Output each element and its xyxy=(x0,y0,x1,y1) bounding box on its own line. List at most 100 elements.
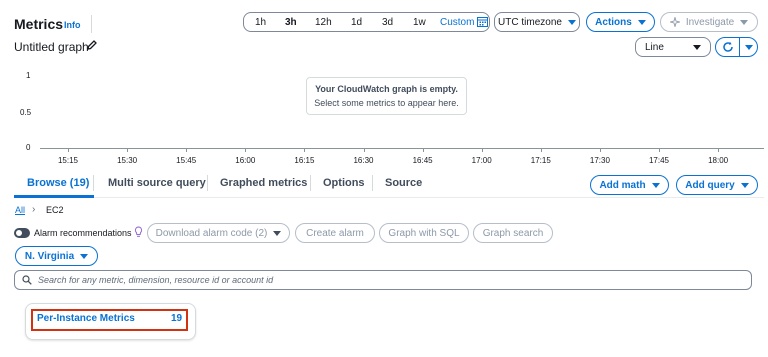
edit-pencil-icon[interactable] xyxy=(86,39,98,51)
time-option-custom[interactable]: Custom xyxy=(440,17,474,28)
tab-options[interactable]: Options xyxy=(323,177,365,189)
x-tick-label: 16:00 xyxy=(235,156,256,165)
create-alarm-button[interactable]: Create alarm xyxy=(295,223,375,243)
chevron-down-icon xyxy=(273,230,282,236)
empty-graph-message: Your CloudWatch graph is empty. Select s… xyxy=(306,77,467,115)
download-alarm-code-label: Download alarm code (2) xyxy=(155,227,268,239)
download-alarm-code-button[interactable]: Download alarm code (2) xyxy=(147,223,290,243)
toggle-knob xyxy=(16,230,22,236)
time-option-1d[interactable]: 1d xyxy=(351,17,362,28)
graph-name: Untitled graph xyxy=(14,40,89,54)
time-option-3h[interactable]: 3h xyxy=(285,17,297,28)
metric-search-input[interactable]: Search for any metric, dimension, resour… xyxy=(14,270,752,290)
x-tick-mark xyxy=(659,148,660,152)
breadcrumb-all[interactable]: All xyxy=(15,205,25,215)
x-tick-label: 17:15 xyxy=(530,156,551,165)
time-range-selector: 1h 3h 12h 1d 3d 1w Custom xyxy=(243,12,490,32)
tab-browse[interactable]: Browse (19) xyxy=(27,177,89,189)
x-tick-label: 15:15 xyxy=(57,156,79,165)
tab-active-indicator xyxy=(14,195,94,198)
x-tick-mark xyxy=(186,148,188,152)
x-tick-mark xyxy=(599,148,601,152)
search-placeholder: Search for any metric, dimension, resour… xyxy=(38,275,274,285)
x-tick-mark xyxy=(540,148,542,152)
time-option-12h[interactable]: 12h xyxy=(315,17,332,28)
metric-count: 19 xyxy=(171,313,183,324)
actions-button[interactable]: Actions xyxy=(586,12,655,32)
time-option-1w[interactable]: 1w xyxy=(413,17,426,28)
tab-divider xyxy=(93,175,94,191)
alarm-recommendations-label: Alarm recommendations xyxy=(34,228,132,238)
x-tick-mark xyxy=(68,148,69,152)
x-tick-label: 15:30 xyxy=(117,156,138,165)
refresh-icon[interactable] xyxy=(722,41,734,53)
x-tick-label: 16:30 xyxy=(353,156,374,165)
breadcrumb-separator-icon: › xyxy=(32,204,36,215)
sparkle-icon xyxy=(669,17,680,27)
alarm-recommendations-toggle[interactable] xyxy=(14,228,30,238)
x-tick-label: 16:15 xyxy=(294,156,315,165)
chart-type-dropdown[interactable]: Line xyxy=(635,37,711,57)
timezone-label: UTC timezone xyxy=(498,16,562,28)
info-link[interactable]: Info xyxy=(64,20,81,30)
x-tick-mark xyxy=(481,148,483,152)
x-tick-mark xyxy=(422,148,424,152)
x-tick-mark xyxy=(718,148,720,152)
chevron-down-icon[interactable] xyxy=(745,44,753,50)
chevron-down-icon xyxy=(651,182,660,188)
empty-graph-title: Your CloudWatch graph is empty. xyxy=(315,84,458,94)
graph-with-sql-button[interactable]: Graph with SQL xyxy=(379,223,469,243)
x-tick-label: 18:00 xyxy=(708,156,729,165)
page-title: Metrics xyxy=(14,16,64,32)
tab-divider xyxy=(372,175,373,191)
tab-multi-source-query[interactable]: Multi source query xyxy=(108,177,206,189)
header-divider xyxy=(91,15,92,33)
x-tick-mark xyxy=(245,148,247,152)
add-math-button[interactable]: Add math xyxy=(590,175,669,195)
timezone-dropdown[interactable]: UTC timezone xyxy=(494,12,580,32)
create-alarm-label: Create alarm xyxy=(306,227,364,239)
chevron-down-icon xyxy=(693,44,701,50)
investigate-button[interactable]: Investigate xyxy=(660,12,758,32)
search-icon xyxy=(22,275,32,285)
actions-label: Actions xyxy=(595,16,632,28)
x-tick-mark xyxy=(363,148,365,152)
chart-type-label: Line xyxy=(645,41,664,53)
graph-search-button[interactable]: Graph search xyxy=(473,223,553,243)
tab-source[interactable]: Source xyxy=(385,177,422,189)
investigate-label: Investigate xyxy=(685,16,735,28)
x-axis xyxy=(40,148,764,149)
calendar-icon[interactable] xyxy=(477,16,488,27)
tab-graphed-metrics[interactable]: Graphed metrics xyxy=(220,177,307,189)
x-tick-mark xyxy=(127,148,129,152)
lightbulb-icon xyxy=(134,226,143,237)
split-divider xyxy=(739,37,740,57)
graph-search-label: Graph search xyxy=(482,227,544,239)
add-math-label: Add math xyxy=(599,179,646,191)
tab-divider xyxy=(310,175,311,191)
x-tick-mark xyxy=(304,148,306,152)
region-label: N. Virginia xyxy=(24,250,75,262)
y-tick-label: 0.5 xyxy=(20,108,32,117)
x-tick-label: 15:45 xyxy=(176,156,197,165)
x-tick-label: 16:45 xyxy=(412,156,433,165)
per-instance-metrics-link[interactable]: Per-Instance Metrics xyxy=(37,313,135,324)
x-tick-label: 17:00 xyxy=(471,156,492,165)
y-tick-label: 0 xyxy=(26,143,31,152)
chevron-down-icon xyxy=(740,182,749,188)
x-tick-label: 17:45 xyxy=(648,156,670,165)
chevron-down-icon xyxy=(80,253,89,259)
time-option-3d[interactable]: 3d xyxy=(382,17,393,28)
tab-divider xyxy=(207,175,208,191)
graph-with-sql-label: Graph with SQL xyxy=(388,227,460,239)
tab-baseline xyxy=(14,197,764,198)
chevron-down-icon xyxy=(637,19,646,25)
chevron-down-icon xyxy=(740,19,749,25)
region-dropdown[interactable]: N. Virginia xyxy=(15,246,98,266)
empty-graph-subtitle: Select some metrics to appear here. xyxy=(314,98,459,108)
refresh-split-button xyxy=(715,37,758,57)
x-tick-label: 17:30 xyxy=(589,156,610,165)
time-option-1h[interactable]: 1h xyxy=(255,17,266,28)
add-query-button[interactable]: Add query xyxy=(676,175,758,195)
add-query-label: Add query xyxy=(685,179,735,191)
